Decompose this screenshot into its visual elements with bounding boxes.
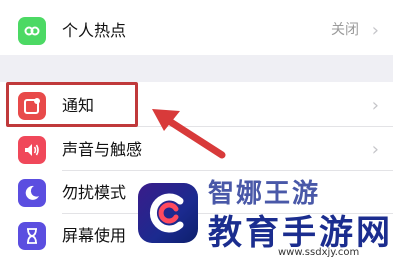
chevron-right-icon: › xyxy=(371,139,379,160)
settings-row-label: 个人热点 xyxy=(62,21,127,40)
watermark: 智娜王游 教育手游网 www.ssdxjy.com xyxy=(130,175,393,263)
watermark-logo-icon xyxy=(138,183,198,243)
watermark-url: www.ssdxjy.com xyxy=(278,247,360,258)
hourglass-icon xyxy=(18,222,46,250)
speaker-icon xyxy=(18,136,46,164)
settings-row-personal-hotspot[interactable]: 个人热点 关闭 › xyxy=(0,9,393,52)
annotation-arrow-icon xyxy=(152,109,226,159)
section-gap xyxy=(0,55,393,82)
chevron-right-icon: › xyxy=(371,95,379,116)
settings-row-label: 屏幕使用 xyxy=(62,226,127,245)
settings-row-label: 勿扰模式 xyxy=(62,183,127,202)
hotspot-status-value: 关闭 xyxy=(331,22,359,38)
moon-icon xyxy=(18,179,46,207)
personal-hotspot-icon xyxy=(18,17,46,45)
highlight-box xyxy=(6,82,138,127)
chevron-right-icon: › xyxy=(371,20,379,41)
settings-row-label: 声音与触感 xyxy=(62,140,143,159)
